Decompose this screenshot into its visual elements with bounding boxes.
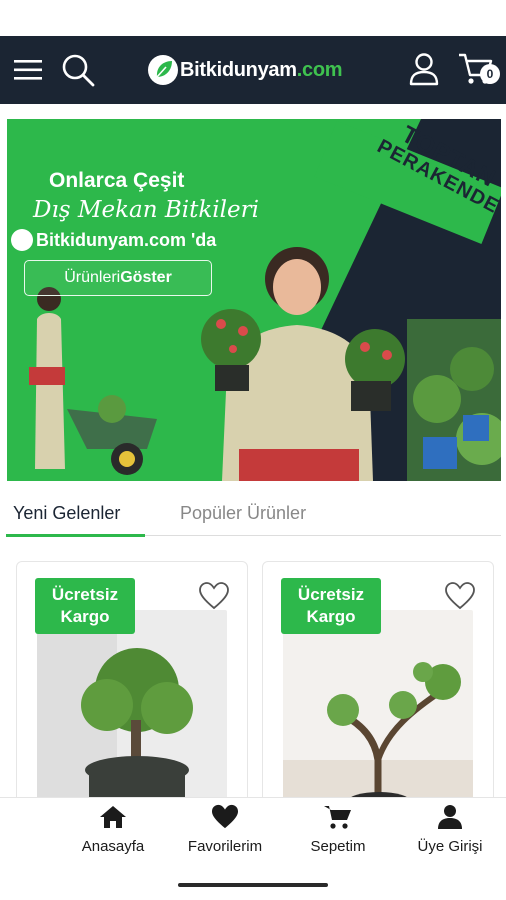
nav-home[interactable]: Anasayfa	[63, 804, 163, 855]
heart-icon	[212, 804, 238, 829]
product-card[interactable]: Ücretsiz Kargo	[16, 561, 248, 821]
home-gesture-bar[interactable]	[178, 883, 328, 887]
favorite-heart-icon[interactable]	[445, 582, 475, 615]
leaf-logo-icon	[11, 229, 33, 251]
user-icon[interactable]	[406, 51, 442, 87]
product-card[interactable]: Ücretsiz Kargo	[262, 561, 494, 821]
promo-banner[interactable]: TOPTAN PERAKENDE Onlarca Çeşit Dış Mekan…	[7, 119, 501, 481]
banner-subtitle: Dış Mekan Bitkileri	[33, 197, 259, 223]
free-shipping-badge: Ücretsiz Kargo	[35, 578, 135, 634]
free-shipping-badge: Ücretsiz Kargo	[281, 578, 381, 634]
tab-popular-products[interactable]: Popüler Ürünler	[180, 503, 306, 524]
menu-icon[interactable]	[12, 54, 44, 86]
nav-favorites[interactable]: Favorilerim	[175, 804, 275, 855]
home-icon	[100, 806, 126, 828]
favorite-heart-icon[interactable]	[199, 582, 229, 615]
search-icon[interactable]	[60, 52, 96, 88]
product-image	[37, 610, 227, 810]
cart-icon	[324, 806, 351, 829]
show-products-button[interactable]: Ürünleri Göster	[24, 260, 212, 296]
leaf-logo-icon	[148, 55, 178, 85]
tab-new-arrivals[interactable]: Yeni Gelenler	[13, 503, 120, 524]
brand-name: Bitkidunyam.com	[180, 58, 343, 81]
tab-divider	[145, 535, 501, 536]
product-image	[283, 610, 473, 810]
nav-login[interactable]: Üye Girişi	[400, 804, 500, 855]
banner-title: Onlarca Çeşit	[49, 169, 185, 192]
banner-brand-line: Bitkidunyam.com 'da	[11, 229, 216, 251]
active-tab-indicator	[6, 534, 145, 537]
user-icon	[438, 805, 462, 829]
cart-count-badge: 0	[480, 64, 500, 84]
status-bar	[0, 0, 506, 36]
brand-logo[interactable]: Bitkidunyam.com	[148, 54, 343, 86]
nav-cart[interactable]: Sepetim	[288, 804, 388, 855]
